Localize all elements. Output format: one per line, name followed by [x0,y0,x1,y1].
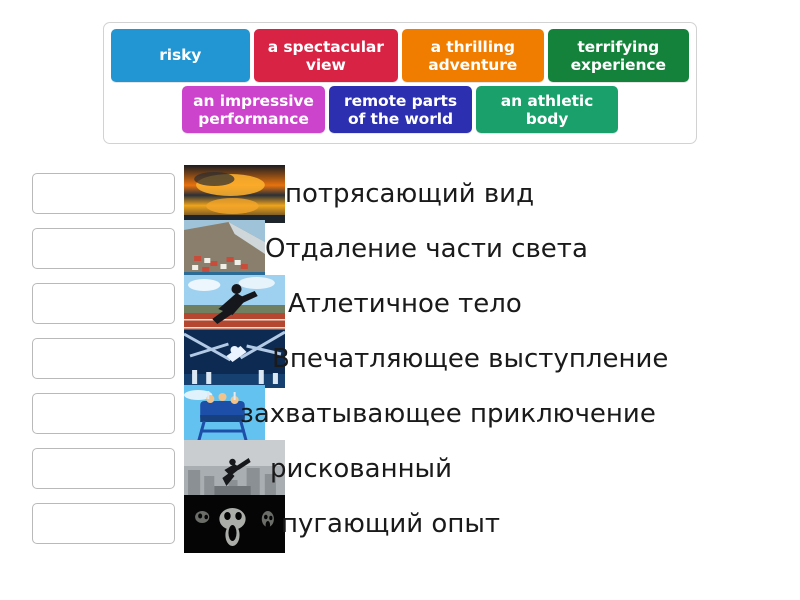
answer-label: Впечатляющее выступление [272,343,669,374]
sprinter-track-thumb [184,274,285,333]
drop-box[interactable] [32,503,175,544]
answer-label: Отдаление части света [265,233,588,264]
answer-row: потрясающий вид [0,164,800,223]
word-tile[interactable]: a thrilling adventure [402,29,544,82]
drop-box[interactable] [32,228,175,269]
word-tile[interactable]: a spectacular view [253,29,398,82]
answer-list: потрясающий вид Отдаление части света Ат… [0,164,800,553]
word-tile[interactable]: risky [111,29,250,82]
drop-box[interactable] [32,283,175,324]
drop-box[interactable] [32,393,175,434]
word-tile[interactable]: an impressive performance [182,86,325,133]
word-tile[interactable]: remote parts of the world [329,86,472,133]
answer-row: рискованный [0,439,800,498]
answer-row: Отдаление части света [0,219,800,278]
stage-performance-thumb [184,329,285,388]
answer-row: Впечатляющее выступление [0,329,800,388]
answer-row: захватывающее приключение [0,384,800,443]
sunset-reflection-thumb [184,164,285,223]
drop-box[interactable] [32,338,175,379]
ghost-faces-thumb [184,494,285,553]
answer-row: Атлетичное тело [0,274,800,333]
answer-label: потрясающий вид [285,178,535,209]
answer-label: пугающий опыт [281,508,500,539]
answer-label: рискованный [270,453,452,484]
drop-box[interactable] [32,173,175,214]
word-bank-container: risky a spectacular view a thrilling adven… [103,22,697,144]
word-bank-row-2: an impressive performance remote parts of… [111,86,689,133]
remote-village-thumb [184,219,265,278]
word-tile[interactable]: terrifying experience [547,29,689,82]
word-bank-row-1: risky a spectacular view a thrilling adven… [111,29,689,82]
word-tile[interactable]: an athletic body [476,86,618,133]
answer-label: захватывающее приключение [240,398,656,429]
drop-box[interactable] [32,448,175,489]
answer-label: Атлетичное тело [288,288,522,319]
answer-row: пугающий опыт [0,494,800,553]
